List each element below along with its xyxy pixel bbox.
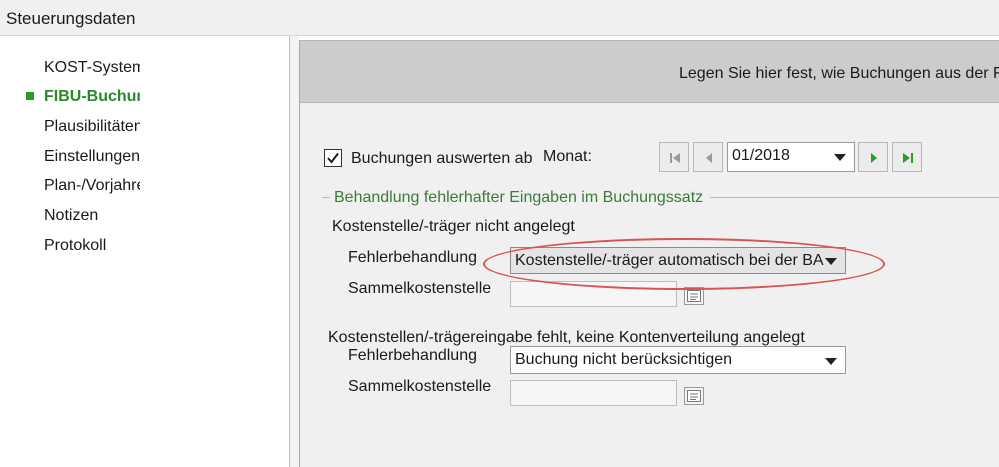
section2-error-label: Fehlerbehandlung <box>348 347 477 364</box>
chevron-right-icon <box>871 153 877 163</box>
list-picker-icon <box>687 390 701 402</box>
first-month-button[interactable] <box>659 142 689 172</box>
section2-error-value: Buchung nicht berücksichtigen <box>515 351 733 368</box>
sidebar-item-kost-system[interactable]: KOST-System <box>44 58 140 80</box>
sidebar-item-einstellungen[interactable]: Einstellungen <box>44 147 140 169</box>
sidebar: KOST-System FIBU-Buchungen Plausibilität… <box>0 36 289 467</box>
skip-last-icon <box>903 153 913 163</box>
main-panel: Legen Sie hier fest, wie Buchungen aus d… <box>300 40 999 467</box>
evaluate-bookings-label: Buchungen auswerten ab <box>351 150 533 167</box>
evaluate-bookings-checkbox[interactable] <box>324 149 342 167</box>
chevron-left-icon <box>706 153 712 163</box>
group-title: Behandlung fehlerhafter Eingaben im Buch… <box>334 189 704 206</box>
group-line-left <box>322 197 330 198</box>
section1-heading: Kostenstelle/-träger nicht angelegt <box>332 218 575 235</box>
header-text: Legen Sie hier fest, wie Buchungen aus d… <box>679 65 999 82</box>
sidebar-item-notizen[interactable]: Notizen <box>44 206 140 228</box>
section2-heading: Kostenstellen/-trägereingabe fehlt, kein… <box>328 329 805 346</box>
active-marker-icon <box>26 92 34 100</box>
section2-collective-input[interactable] <box>510 380 677 406</box>
header-band: Legen Sie hier fest, wie Buchungen aus d… <box>300 40 999 103</box>
section2-collective-label: Sammelkostenstelle <box>348 378 492 395</box>
month-select[interactable]: 01/2018 <box>727 142 855 172</box>
month-label: Monat: <box>543 148 592 165</box>
section2-error-select[interactable]: Buchung nicht berücksichtigen <box>510 346 846 374</box>
previous-month-button[interactable] <box>693 142 723 172</box>
title-bar: Steuerungsdaten <box>0 0 999 36</box>
sidebar-item-plausibilitaeten[interactable]: Plausibilitäten <box>44 117 140 139</box>
sidebar-item-fibu-buchungen[interactable]: FIBU-Buchungen <box>44 87 140 109</box>
last-month-button[interactable] <box>892 142 922 172</box>
section1-error-label: Fehlerbehandlung <box>348 249 477 266</box>
chevron-down-icon <box>825 358 837 365</box>
splitter-handle[interactable] <box>290 36 299 467</box>
sidebar-item-plan-vorjahre[interactable]: Plan-/Vorjahre <box>44 176 140 198</box>
month-value: 01/2018 <box>732 147 790 164</box>
sidebar-item-protokoll[interactable]: Protokoll <box>44 236 140 258</box>
red-annotation-ellipse <box>483 238 885 290</box>
list-picker-icon <box>687 290 701 302</box>
chevron-down-icon <box>834 154 846 161</box>
window-title: Steuerungsdaten <box>6 9 136 28</box>
group-line-right <box>710 197 999 198</box>
section1-collective-label: Sammelkostenstelle <box>348 280 492 297</box>
next-month-button[interactable] <box>858 142 888 172</box>
skip-first-icon <box>670 153 680 163</box>
section2-picker-button[interactable] <box>684 387 704 405</box>
checkmark-icon <box>327 152 339 164</box>
